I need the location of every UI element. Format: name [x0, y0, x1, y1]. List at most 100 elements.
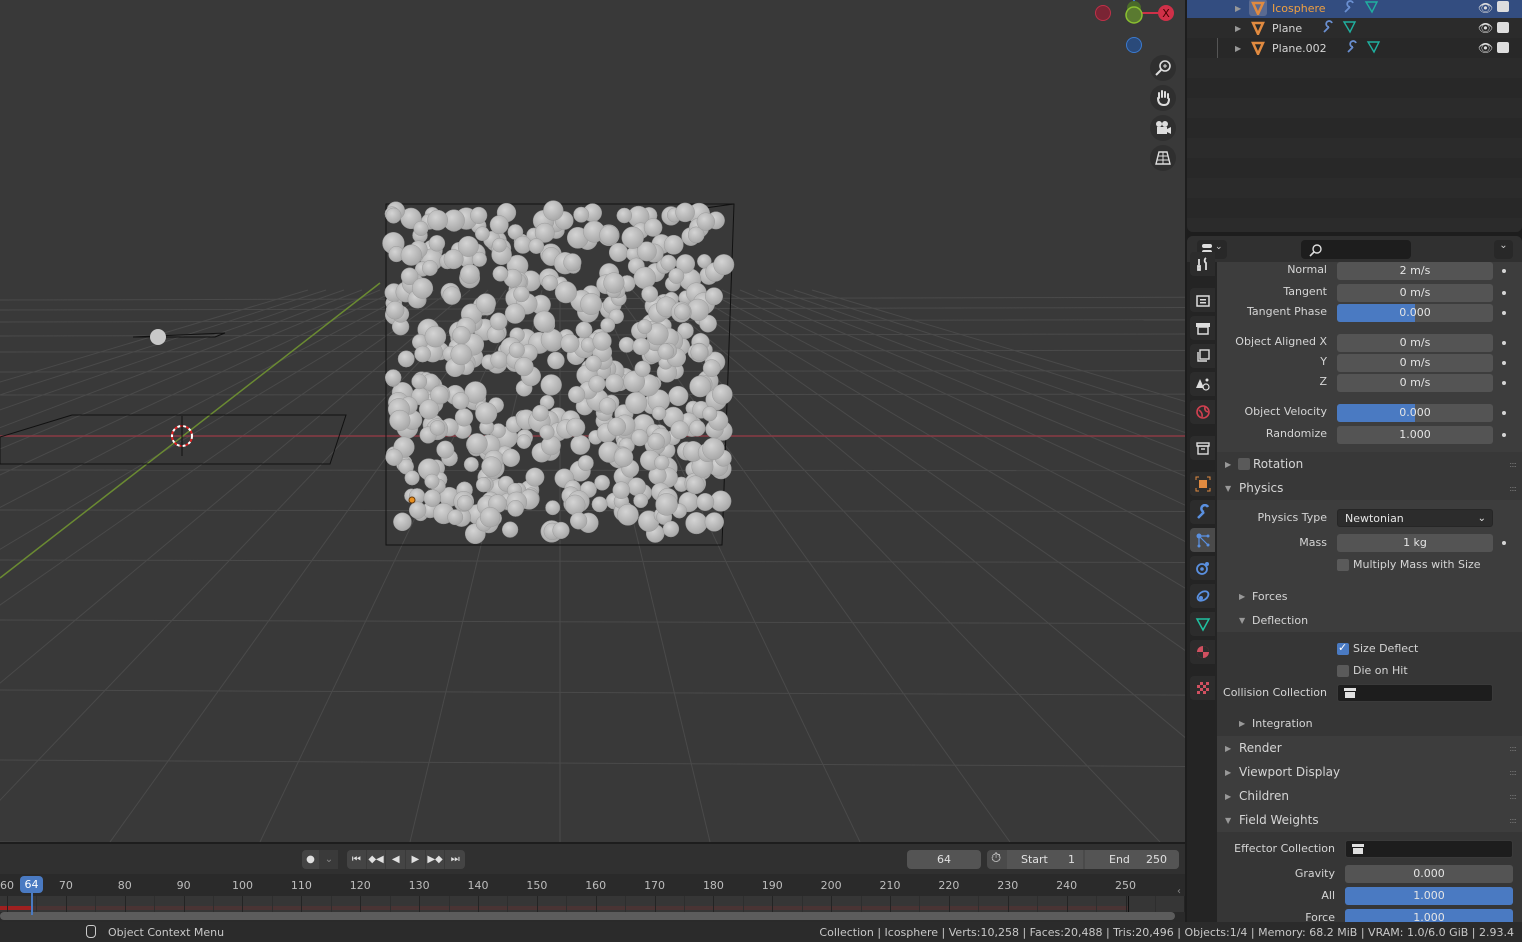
timeline[interactable]: ● ⌄ ⏮ ◆◀ ◀ ▶ ▶◆ ⏭ 64 ⏱ Start 1 End 250 6… [0, 842, 1186, 922]
die-on-hit-checkbox[interactable] [1337, 665, 1349, 677]
timeline-scrollbar[interactable] [0, 912, 1175, 920]
camera-view-button[interactable] [1150, 115, 1176, 141]
end-frame-field[interactable]: End 250 [1085, 850, 1179, 869]
collection-tab[interactable] [1190, 436, 1215, 460]
keyframe-dot-icon[interactable] [1502, 291, 1506, 295]
outliner[interactable]: ▶ Icosphere 👁 ▶ Plane 👁 ▶ Plane.002 👁 [1187, 0, 1522, 232]
rotation-checkbox[interactable] [1238, 458, 1250, 470]
play-button[interactable]: ▶ [406, 850, 426, 869]
physics-tab[interactable] [1190, 556, 1215, 580]
object-aligned-x-field[interactable]: 0 m/s [1337, 334, 1493, 352]
modifier-icon[interactable] [1342, 0, 1356, 14]
3d-viewport[interactable]: X [0, 0, 1185, 842]
integration-subpanel-header[interactable]: ▶ Integration [1217, 710, 1522, 736]
forces-subpanel-header[interactable]: ▶ Forces [1217, 584, 1522, 608]
rotation-panel-header[interactable]: ▶ Rotation :::: [1217, 452, 1522, 476]
modifier-tab[interactable] [1190, 500, 1215, 524]
collision-collection-field[interactable] [1337, 684, 1493, 702]
world-tab[interactable] [1190, 400, 1215, 424]
drag-handle-icon[interactable]: :::: [1509, 484, 1517, 493]
keyframe-dot-icon[interactable] [1502, 381, 1506, 385]
jump-start-button[interactable]: ⏮ [347, 850, 367, 869]
mesh-data-icon[interactable] [1364, 0, 1380, 15]
tool-tab[interactable] [1190, 252, 1215, 276]
drag-handle-icon[interactable]: :::: [1509, 460, 1517, 469]
keyframe-dot-icon[interactable] [1502, 411, 1506, 415]
keyframe-dot-icon[interactable] [1502, 269, 1506, 273]
prev-keyframe-button[interactable]: ◆◀ [367, 850, 387, 869]
keying-dropdown[interactable]: ⌄ [320, 850, 338, 869]
view-layer-tab[interactable] [1190, 344, 1215, 368]
next-keyframe-button[interactable]: ▶◆ [426, 850, 446, 869]
mesh-data-icon[interactable] [1366, 39, 1382, 55]
drag-handle-icon[interactable]: :::: [1509, 768, 1517, 777]
expand-arrow-icon[interactable]: ▶ [1235, 4, 1241, 13]
render-camera-icon[interactable] [1497, 42, 1509, 53]
children-panel-header[interactable]: ▶ Children :::: [1217, 784, 1522, 808]
object-aligned-y-field[interactable]: 0 m/s [1337, 354, 1493, 372]
keyframe-dot-icon[interactable] [1502, 341, 1506, 345]
randomize-field[interactable]: 1.000 [1337, 426, 1493, 444]
jump-end-button[interactable]: ⏭ [445, 850, 465, 869]
keyframe-dot-icon[interactable] [1502, 311, 1506, 315]
gravity-weight-slider[interactable]: 0.000 [1345, 865, 1513, 883]
modifier-icon[interactable] [1345, 40, 1359, 54]
visibility-eye-icon[interactable]: 👁 [1478, 41, 1493, 55]
tangent-phase-slider[interactable]: 0.000 [1337, 304, 1493, 322]
deflection-subpanel-header[interactable]: ▼ Deflection [1217, 608, 1522, 632]
collapse-arrow-icon[interactable]: ‹ [1177, 886, 1181, 897]
viewport-display-panel-header[interactable]: ▶ Viewport Display :::: [1217, 760, 1522, 784]
render-camera-icon[interactable] [1497, 22, 1509, 33]
axis-gizmo[interactable]: X [1090, 0, 1185, 60]
drag-handle-icon[interactable]: :::: [1509, 792, 1517, 801]
mass-field[interactable]: 1 kg [1337, 534, 1493, 552]
auto-keying-button[interactable]: ● [302, 850, 320, 869]
properties-search-input[interactable] [1301, 240, 1411, 259]
keyframe-dot-icon[interactable] [1502, 361, 1506, 365]
scene-tab[interactable] [1190, 372, 1215, 396]
outliner-item-icosphere[interactable]: ▶ Icosphere 👁 [1187, 0, 1522, 18]
mesh-data-icon[interactable] [1342, 19, 1358, 35]
visibility-eye-icon[interactable]: 👁 [1478, 21, 1493, 35]
play-reverse-button[interactable]: ◀ [386, 850, 407, 869]
outliner-item-plane[interactable]: ▶ Plane 👁 [1187, 18, 1522, 38]
object-velocity-slider[interactable]: 0.000 [1337, 404, 1493, 422]
data-tab[interactable] [1190, 612, 1215, 636]
timeline-ruler[interactable]: 60 70 80 90 100 110 120 130 140 150 160 170 180 190 20… [0, 874, 1185, 896]
zoom-button[interactable] [1150, 55, 1176, 81]
perspective-toggle-button[interactable] [1150, 145, 1176, 171]
render-camera-icon[interactable] [1497, 1, 1509, 12]
render-panel-header[interactable]: ▶ Render :::: [1217, 736, 1522, 760]
tangent-velocity-field[interactable]: 0 m/s [1337, 284, 1493, 302]
force-weight-slider[interactable]: 1.000 [1345, 909, 1513, 922]
timeline-track[interactable] [0, 896, 1186, 912]
multiply-mass-checkbox[interactable] [1337, 559, 1349, 571]
keyframe-dot-icon[interactable] [1502, 433, 1506, 437]
particles-tab[interactable] [1190, 528, 1215, 552]
modifier-icon[interactable] [1321, 20, 1335, 34]
texture-tab[interactable] [1190, 676, 1215, 700]
size-deflect-checkbox[interactable] [1337, 641, 1349, 655]
expand-arrow-icon[interactable]: ▶ [1235, 24, 1241, 33]
physics-panel-header[interactable]: ▼ Physics :::: [1217, 476, 1522, 500]
start-frame-field[interactable]: Start 1 [1007, 850, 1083, 869]
normal-velocity-field[interactable]: 2 m/s [1337, 262, 1493, 280]
expand-arrow-icon[interactable]: ▶ [1235, 44, 1241, 53]
drag-handle-icon[interactable]: :::: [1509, 816, 1517, 825]
effector-collection-field[interactable] [1345, 840, 1513, 858]
field-weights-panel-header[interactable]: ▼ Field Weights :::: [1217, 808, 1522, 832]
object-tab[interactable] [1190, 472, 1215, 496]
object-aligned-z-field[interactable]: 0 m/s [1337, 374, 1493, 392]
render-tab[interactable] [1190, 288, 1215, 312]
visibility-eye-icon[interactable]: 👁 [1478, 1, 1493, 15]
stopwatch-icon[interactable]: ⏱ [991, 851, 1001, 866]
properties-editor[interactable]: ⌄ ⌄ Normal 2 m/s Tangent 0 m/s Tangent P… [1187, 236, 1522, 922]
options-dropdown[interactable]: ⌄ [1494, 240, 1513, 259]
material-tab[interactable] [1190, 640, 1215, 664]
outliner-item-plane-002[interactable]: ▶ Plane.002 👁 [1187, 38, 1522, 58]
all-weight-slider[interactable]: 1.000 [1345, 887, 1513, 905]
playhead[interactable]: 64 [20, 876, 43, 893]
drag-handle-icon[interactable]: :::: [1509, 744, 1517, 753]
keyframe-dot-icon[interactable] [1502, 541, 1506, 545]
constraints-tab[interactable] [1190, 584, 1215, 608]
